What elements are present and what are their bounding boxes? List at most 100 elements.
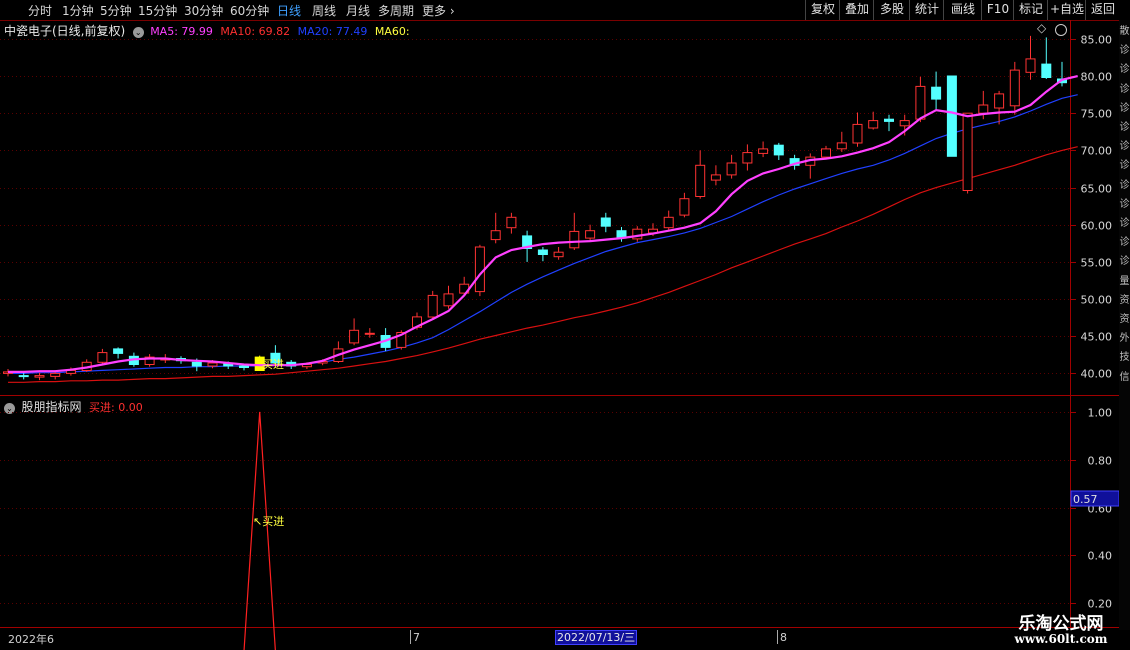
side-tab-16[interactable]: 外 [1119, 329, 1130, 344]
candle [1041, 37, 1052, 79]
side-tab-15[interactable]: 资 [1119, 310, 1130, 325]
watermark-url: www.60lt.com [1014, 632, 1108, 646]
candle-body [239, 365, 249, 368]
side-tab-0[interactable]: 散 [1119, 22, 1130, 37]
candle-body [569, 230, 580, 249]
candle [333, 341, 344, 363]
side-tab-17[interactable]: 技 [1119, 348, 1130, 363]
candle [915, 76, 926, 123]
y-tick-label: 40.00 [1081, 368, 1113, 381]
candle [506, 212, 517, 234]
side-tab-18[interactable]: 信 [1119, 368, 1130, 383]
side-tab-7[interactable]: 诊 [1119, 156, 1130, 171]
side-tab-5[interactable]: 诊 [1119, 118, 1130, 133]
candle [679, 192, 690, 218]
ma5-path [8, 75, 1078, 373]
candle-body [931, 86, 942, 100]
candle-body [1025, 58, 1036, 73]
candle [695, 150, 706, 199]
candle-body [34, 375, 45, 378]
right-side-tabs[interactable]: 散诊诊诊诊诊诊诊诊诊诊诊诊量资资外技信 [1119, 20, 1130, 630]
candle-body [490, 230, 501, 241]
candle-body [978, 104, 989, 114]
candle [113, 347, 124, 359]
candle [836, 131, 847, 152]
side-tab-4[interactable]: 诊 [1119, 99, 1130, 114]
candle [758, 141, 769, 158]
candle-body [994, 93, 1005, 109]
date-highlight: 2022/07/13/三 [555, 630, 638, 645]
main-grid [0, 39, 1070, 374]
side-tab-6[interactable]: 诊 [1119, 137, 1130, 152]
candle-body [585, 230, 596, 239]
side-tab-9[interactable]: 诊 [1119, 195, 1130, 210]
candle-body [726, 162, 737, 176]
watermark-title: 乐淘公式网 [1018, 614, 1104, 634]
candle-body [710, 174, 721, 181]
candle [1009, 61, 1020, 115]
kline-chart[interactable]: 40.00 45.00 50.00 55.00 60.00 65.00 70.00 75.00… [0, 0, 1130, 650]
side-tab-3[interactable]: 诊 [1119, 80, 1130, 95]
candle [616, 227, 627, 242]
candle-body [18, 375, 29, 378]
main-y-axis: 40.00 45.00 50.00 55.00 60.00 65.00 70.00 75.00… [1070, 34, 1112, 381]
candle [663, 210, 674, 231]
indicator-grid [0, 412, 1070, 604]
y-tick-label: 50.00 [1081, 294, 1113, 307]
candles [3, 35, 1067, 381]
y-tick-label: 60.00 [1081, 220, 1113, 233]
candle-body [915, 85, 926, 120]
candle-body [742, 152, 753, 164]
candle-body [443, 293, 454, 307]
side-tab-14[interactable]: 资 [1119, 291, 1130, 306]
candle [427, 290, 438, 319]
ma60-path [8, 146, 1078, 383]
candle-body [868, 120, 879, 129]
date-label-jun: 2022年6 [8, 633, 54, 646]
candle [569, 212, 580, 250]
candle-body [899, 120, 910, 127]
indicator-y-axis: 0.200.400.600.801.00 [1070, 407, 1112, 611]
side-tab-8[interactable]: 诊 [1119, 176, 1130, 191]
ma20-line [8, 94, 1078, 374]
candle-body [97, 352, 108, 363]
candle-body [364, 332, 375, 335]
candle-body [773, 144, 784, 156]
candle [443, 285, 454, 309]
candle-body [506, 216, 517, 229]
side-tab-13[interactable]: 量 [1119, 272, 1130, 287]
candle-body [663, 216, 674, 229]
candle-body [758, 148, 769, 154]
date-tick-aug [777, 630, 778, 644]
y-tick-label: 65.00 [1081, 183, 1113, 196]
candle [81, 359, 92, 372]
side-tab-10[interactable]: 诊 [1119, 214, 1130, 229]
candle-body [962, 112, 973, 191]
indicator-current-value: 0.57 [1073, 493, 1098, 506]
candle [931, 71, 942, 110]
y-tick-label: 45.00 [1081, 331, 1113, 344]
side-tab-11[interactable]: 诊 [1119, 233, 1130, 248]
candle-body [1041, 63, 1052, 78]
candle-body [1009, 69, 1020, 107]
candle-body [191, 361, 202, 367]
candle [962, 112, 973, 194]
side-tab-12[interactable]: 诊 [1119, 252, 1130, 267]
candle [884, 114, 894, 132]
y-tick-label: 80.00 [1081, 71, 1113, 84]
candle-body [821, 148, 831, 158]
y-tick-label: 55.00 [1081, 257, 1113, 270]
candle [868, 111, 879, 130]
candle-body [679, 198, 690, 216]
candle [946, 75, 957, 157]
y-tick-label: 0.80 [1088, 455, 1113, 468]
candle [144, 354, 155, 367]
candle-body [836, 142, 847, 150]
candle-body [349, 329, 360, 344]
candle-body [553, 251, 564, 258]
y-tick-label: 75.00 [1081, 108, 1113, 121]
side-tab-1[interactable]: 诊 [1119, 41, 1130, 56]
candle [600, 212, 611, 233]
side-tab-2[interactable]: 诊 [1119, 60, 1130, 75]
ma60-line [8, 146, 1078, 383]
